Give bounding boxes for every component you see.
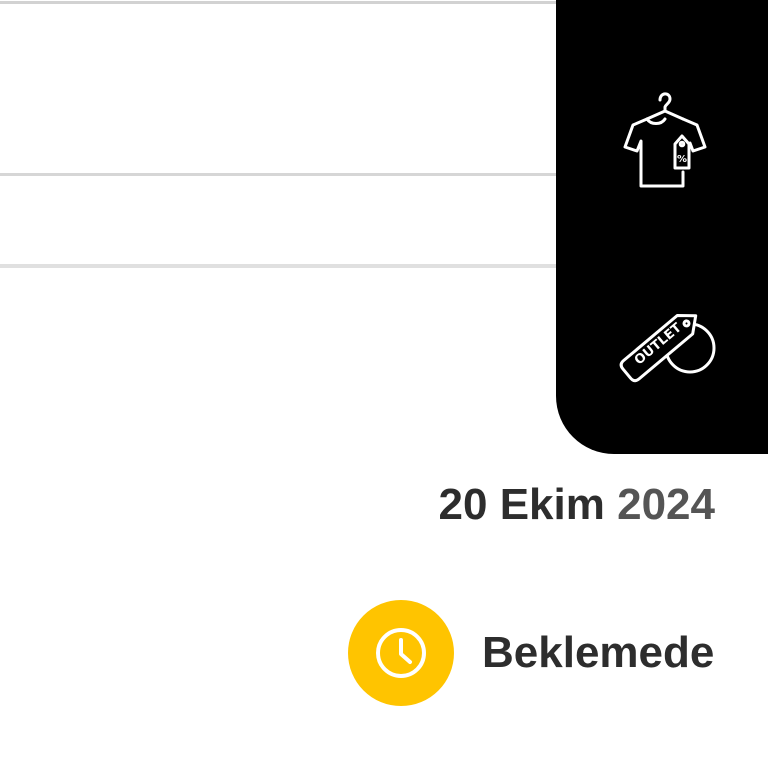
order-status: Beklemede — [348, 600, 714, 706]
status-badge — [348, 600, 454, 706]
side-item-outlet[interactable]: OUTLET — [594, 276, 730, 412]
divider-bottom — [0, 264, 556, 268]
divider-middle — [0, 173, 556, 176]
order-date-year: 2024 — [617, 480, 715, 529]
tshirt-discount-icon: % — [623, 92, 707, 188]
order-screen: % OUTLET 20 Ekim 2024 Beklemede — [0, 0, 768, 768]
svg-text:%: % — [677, 154, 687, 165]
outlet-tag-icon: OUTLET — [619, 314, 716, 383]
status-label: Beklemede — [482, 628, 715, 677]
order-date: 20 Ekim 2024 — [439, 480, 715, 530]
clock-icon — [376, 628, 426, 678]
order-date-day-month: 20 Ekim — [438, 480, 605, 529]
divider-top — [0, 1, 556, 4]
side-item-discount-clothing[interactable]: % — [594, 72, 730, 208]
category-side-panel: % OUTLET — [556, 0, 768, 454]
